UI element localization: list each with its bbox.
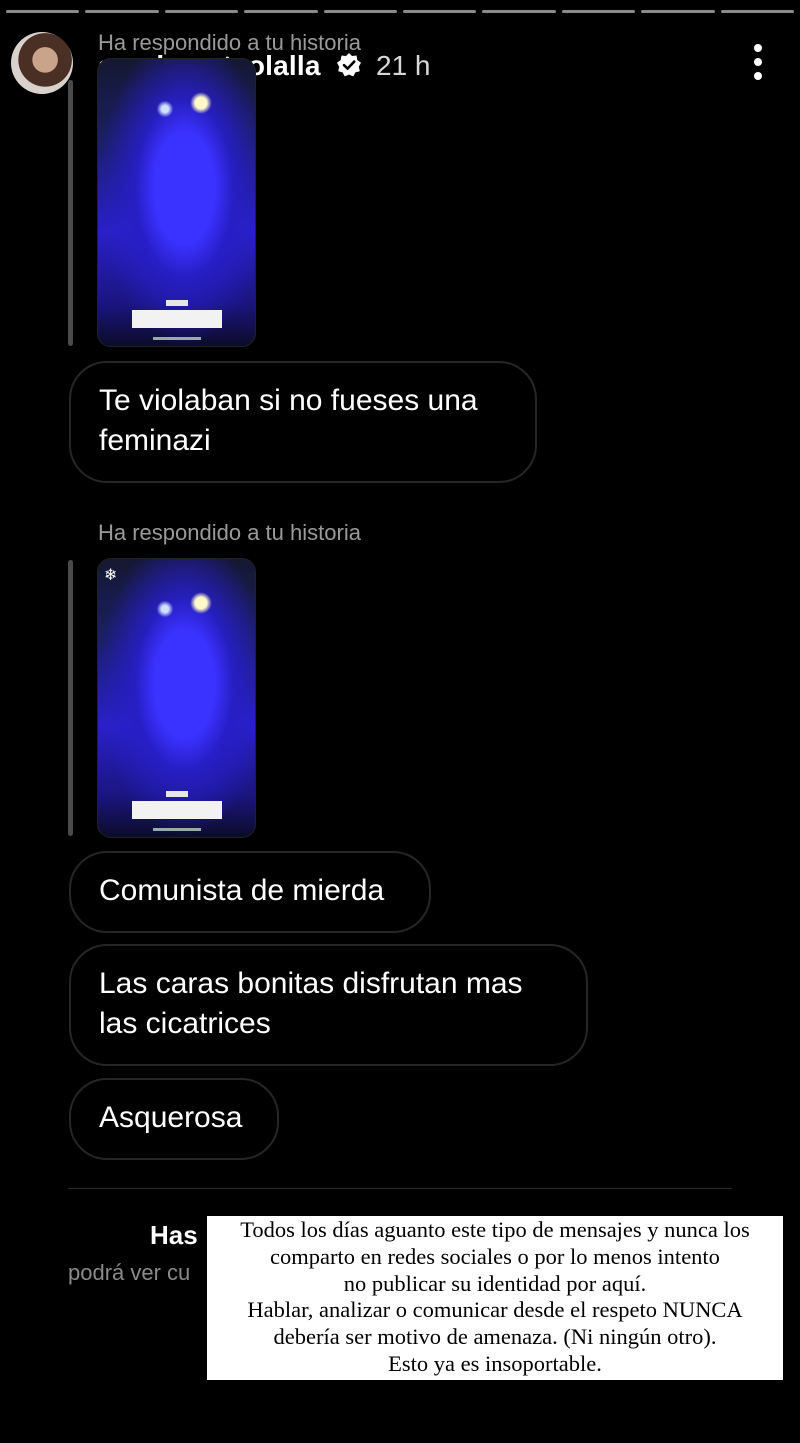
message-text: Las caras bonitas disfrutan mas las cica…: [99, 967, 523, 1040]
progress-segment: [85, 10, 159, 13]
progress-segment: [720, 10, 795, 13]
story-credit: [153, 337, 201, 340]
more-vertical-icon[interactable]: [748, 44, 768, 80]
story-lights: [138, 79, 228, 139]
progress-segment: [6, 10, 80, 13]
reply-indicator-bar: [68, 560, 73, 836]
story-thumbnail[interactable]: [97, 58, 256, 347]
message-text: Asquerosa: [99, 1101, 243, 1134]
message-bubble[interactable]: Te violaban si no fueses una feminazi: [69, 361, 537, 483]
progress-segment: [323, 10, 398, 13]
dot: [754, 72, 762, 80]
progress-segment: [164, 10, 239, 13]
note-line: no publicar su identidad por aquí.: [343, 1270, 647, 1296]
story-caption-box: [132, 310, 222, 328]
snowflake-icon: ❄: [104, 567, 118, 584]
story-lights: [138, 579, 228, 639]
progress-segment: [641, 10, 715, 13]
story-credit: [153, 828, 201, 831]
verified-badge-icon: [337, 53, 361, 77]
progress-segment: [244, 10, 318, 13]
divider: [68, 1188, 732, 1189]
blocked-notice-text: podrá ver cu: [68, 1260, 191, 1285]
avatar[interactable]: [11, 32, 73, 94]
message-bubble[interactable]: Asquerosa: [69, 1078, 279, 1160]
story-tag: [166, 791, 188, 797]
story-tag: [166, 300, 188, 306]
reply-indicator-bar: [68, 80, 73, 346]
message-bubble[interactable]: Comunista de mierda: [69, 851, 431, 933]
note-line: Todos los días aguanto este tipo de mens…: [240, 1217, 750, 1242]
progress-segment: [482, 10, 556, 13]
progress-segment: [561, 10, 636, 13]
story-text-note: Todos los días aguanto este tipo de mens…: [207, 1216, 783, 1380]
blocked-notice-title: Has: [150, 1220, 198, 1250]
note-line: Hablar, analizar o comunicar desde el re…: [247, 1297, 743, 1323]
note-line: Esto ya es insoportable.: [388, 1350, 602, 1376]
progress-segment: [403, 10, 477, 13]
note-line: comparto en redes sociales o por lo meno…: [270, 1243, 720, 1269]
message-bubble[interactable]: Las caras bonitas disfrutan mas las cica…: [69, 944, 588, 1066]
story-caption-box: [132, 801, 222, 819]
message-text: Te violaban si no fueses una feminazi: [99, 384, 478, 457]
story-thumbnail[interactable]: ❄: [97, 558, 256, 838]
note-line: debería ser motivo de amenaza. (Ni ningú…: [273, 1324, 717, 1350]
dot: [754, 44, 762, 52]
dot: [754, 58, 762, 66]
reply-label: Ha respondido a tu historia: [98, 520, 361, 545]
timestamp: 21 h: [376, 50, 431, 81]
story-progress-bar: [0, 10, 800, 13]
message-text: Comunista de mierda: [99, 874, 385, 907]
